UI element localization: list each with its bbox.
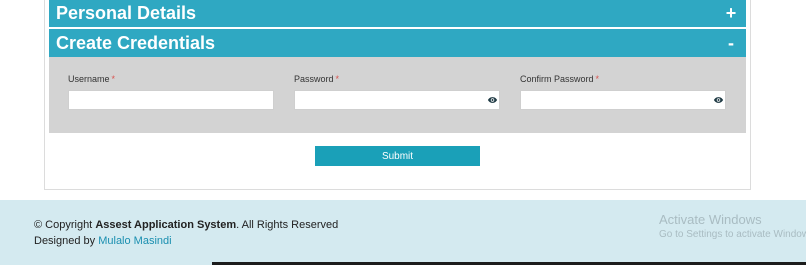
accordion-personal-details[interactable]: Personal Details +	[49, 0, 746, 27]
confirm-password-label: Confirm Password *	[520, 74, 600, 84]
submit-button[interactable]: Submit	[315, 146, 480, 166]
watermark-subtitle: Go to Settings to activate Windows.	[659, 229, 806, 240]
eye-icon[interactable]	[713, 95, 724, 105]
username-field: Username *	[68, 73, 274, 110]
password-label: Password *	[294, 74, 340, 84]
expand-icon[interactable]: +	[724, 3, 738, 24]
watermark-title: Activate Windows	[659, 212, 762, 227]
activate-windows-watermark: Activate Windows Go to Settings to activ…	[659, 212, 806, 240]
username-input[interactable]	[68, 90, 274, 110]
accordion-credentials-title: Create Credentials	[56, 32, 216, 53]
accordion-personal-title: Personal Details	[56, 3, 197, 23]
app-name: Assest Application System	[95, 219, 237, 231]
required-marker: *	[595, 74, 600, 84]
confirm-password-input[interactable]	[520, 90, 726, 110]
footer-copyright: © Copyright Assest Application System. A…	[34, 219, 339, 231]
footer-designer: Designed by Mulalo Masindi	[34, 235, 172, 247]
designer-link[interactable]: Mulalo Masindi	[98, 235, 171, 247]
panel-divider	[49, 133, 746, 134]
password-field: Password *	[294, 73, 500, 110]
username-label: Username *	[68, 74, 116, 84]
collapse-icon[interactable]: -	[724, 33, 738, 54]
required-marker: *	[111, 74, 116, 84]
password-input[interactable]	[294, 90, 500, 110]
eye-icon[interactable]	[487, 95, 498, 105]
required-marker: *	[335, 74, 340, 84]
confirm-password-field: Confirm Password *	[520, 73, 726, 110]
accordion-create-credentials[interactable]: Create Credentials -	[49, 29, 746, 57]
